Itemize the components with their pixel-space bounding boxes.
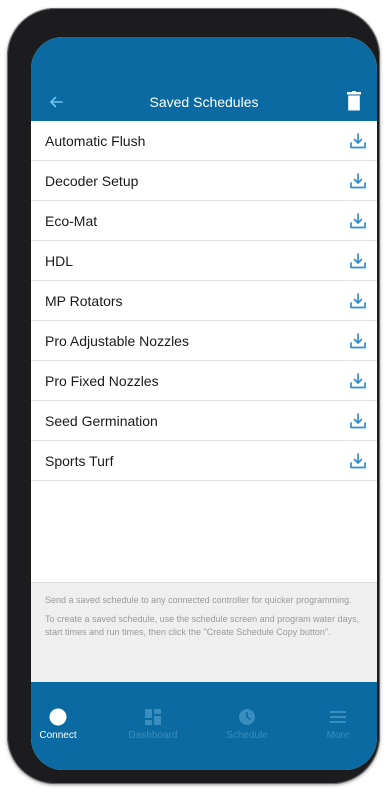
download-button[interactable] [349,332,367,350]
download-icon [350,293,366,309]
schedule-name: Pro Adjustable Nozzles [45,333,189,349]
delete-button[interactable] [347,91,361,111]
bottom-tab-bar: Connect Dashboard Schedule More [31,682,377,770]
tab-label: More [326,730,350,741]
download-icon [350,253,366,269]
trash-icon [347,91,361,111]
circle-icon [49,708,67,726]
clock-icon [238,708,256,726]
download-button[interactable] [349,172,367,190]
download-icon [350,333,366,349]
tab-dashboard[interactable]: Dashboard [118,692,188,752]
download-button[interactable] [349,252,367,270]
schedule-name: Automatic Flush [45,133,146,149]
phone-frame: Saved Schedules Automatic Flush Decoder … [7,8,380,784]
tab-more[interactable]: More [303,692,373,752]
list-item[interactable]: Eco-Mat [31,201,377,241]
download-button[interactable] [349,292,367,310]
schedule-name: MP Rotators [45,293,123,309]
tab-label: Schedule [226,730,268,741]
download-icon [350,133,366,149]
list-item[interactable]: Decoder Setup [31,161,377,201]
schedule-name: Pro Fixed Nozzles [45,373,159,389]
dashboard-grid-icon [144,708,162,726]
download-button[interactable] [349,212,367,230]
schedule-name: Sports Turf [45,453,114,469]
info-panel: Send a saved schedule to any connected c… [31,582,377,682]
list-item[interactable]: Seed Germination [31,401,377,441]
header-bar: Saved Schedules [31,37,377,121]
list-item[interactable]: Automatic Flush [31,121,377,161]
arrow-left-icon [50,96,63,108]
list-item[interactable]: Sports Turf [31,441,377,481]
download-icon [350,413,366,429]
tab-label: Connect [39,730,77,741]
list-item[interactable]: MP Rotators [31,281,377,321]
download-icon [350,173,366,189]
list-item[interactable]: Pro Adjustable Nozzles [31,321,377,361]
tab-connect[interactable]: Connect [31,692,93,752]
app-screen: Saved Schedules Automatic Flush Decoder … [31,37,377,770]
download-button[interactable] [349,412,367,430]
schedule-name: Decoder Setup [45,173,139,189]
tab-schedule[interactable]: Schedule [212,692,282,752]
info-text-send: Send a saved schedule to any connected c… [45,595,352,605]
list-item[interactable]: HDL [31,241,377,281]
download-button[interactable] [349,452,367,470]
download-button[interactable] [349,372,367,390]
download-button[interactable] [349,132,367,150]
info-text-create: To create a saved schedule, use the sche… [45,614,360,637]
schedule-name: HDL [45,253,74,269]
tab-label: Dashboard [128,730,178,741]
download-icon [350,213,366,229]
back-button[interactable] [45,91,67,113]
page-title: Saved Schedules [149,94,259,110]
saved-schedules-list: Automatic Flush Decoder Setup Eco-Mat HD… [31,121,377,481]
download-icon [350,453,366,469]
download-icon [350,373,366,389]
schedule-name: Seed Germination [45,413,158,429]
schedule-name: Eco-Mat [45,213,98,229]
menu-icon [329,708,347,726]
list-item[interactable]: Pro Fixed Nozzles [31,361,377,401]
